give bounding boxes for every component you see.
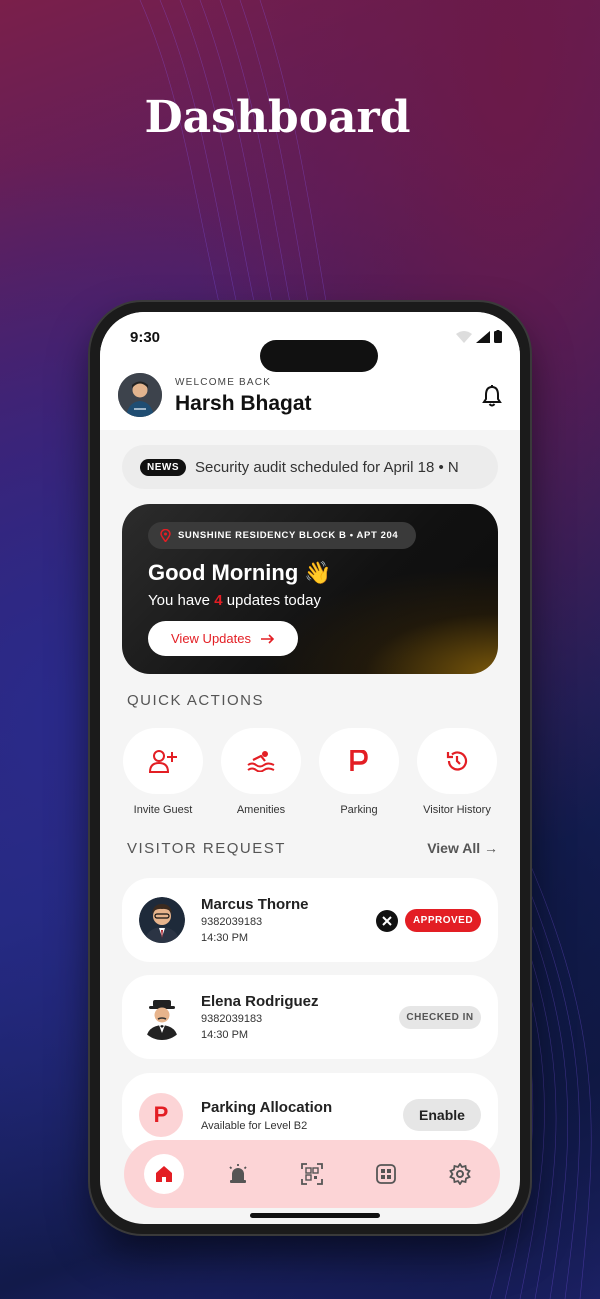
- location-text: SUNSHINE RESIDENCY BLOCK B • APT 204: [178, 530, 399, 541]
- add-user-icon: [148, 750, 177, 773]
- visitor-avatar-icon: [139, 994, 185, 1040]
- reject-button[interactable]: [376, 910, 398, 932]
- wifi-icon: [456, 330, 472, 343]
- welcome-label: WELCOME BACK: [175, 377, 272, 388]
- quick-action-invite-guest[interactable]: Invite Guest: [118, 728, 208, 816]
- nav-alarm[interactable]: [218, 1154, 258, 1194]
- parking-letter-badge: P: [139, 1093, 183, 1137]
- home-indicator: [250, 1213, 380, 1218]
- quick-action-visitor-history[interactable]: Visitor History: [412, 728, 502, 816]
- visitor-history-circle: [417, 728, 497, 794]
- view-updates-label: View Updates: [171, 631, 251, 646]
- invite-guest-circle: [123, 728, 203, 794]
- status-time: 9:30: [130, 329, 161, 346]
- battery-icon: [494, 330, 502, 343]
- visitor-avatar: [139, 994, 185, 1040]
- qr-code-icon: [301, 1163, 323, 1185]
- quick-action-label: Invite Guest: [133, 804, 193, 816]
- history-icon: [446, 751, 468, 771]
- page-heading: Dashboard: [144, 92, 411, 143]
- view-updates-button[interactable]: View Updates: [148, 621, 298, 656]
- pool-icon: [247, 751, 275, 772]
- quick-action-parking[interactable]: Parking: [314, 728, 404, 816]
- quick-action-label: Amenities: [236, 804, 286, 816]
- visitor-card[interactable]: Marcus Thorne 9382039183 14:30 PM APPROV…: [122, 878, 498, 962]
- visitor-avatar-icon: [139, 897, 185, 943]
- location-chip: SUNSHINE RESIDENCY BLOCK B • APT 204: [148, 522, 417, 549]
- parking-title: Parking Allocation: [201, 1099, 333, 1116]
- parking-circle: [319, 728, 399, 794]
- amenities-circle: [221, 728, 301, 794]
- close-icon: [382, 916, 392, 926]
- quick-action-label: Visitor History: [423, 804, 491, 816]
- status-icons: [456, 330, 502, 343]
- view-all-link[interactable]: View All →: [427, 840, 498, 856]
- enable-button[interactable]: Enable: [403, 1099, 481, 1131]
- visitor-name: Elena Rodriguez: [201, 993, 319, 1010]
- notification-bell-icon[interactable]: [482, 385, 502, 412]
- visitor-time: 14:30 PM: [201, 932, 249, 944]
- alarm-icon: [229, 1164, 247, 1183]
- bottom-nav: [124, 1140, 500, 1208]
- avatar[interactable]: [118, 373, 162, 417]
- grid-icon: [376, 1164, 396, 1184]
- updates-suffix: updates today: [226, 592, 321, 609]
- header: WELCOME BACK Harsh Bhagat: [100, 362, 520, 430]
- quick-actions-title: QUICK ACTIONS: [127, 692, 265, 709]
- greeting-text: Good Morning 👋: [148, 560, 332, 585]
- settings-icon: [449, 1163, 471, 1185]
- nav-grid[interactable]: [366, 1154, 406, 1194]
- home-icon: [156, 1166, 172, 1182]
- updates-prefix: You have: [148, 592, 211, 609]
- visitor-name: Marcus Thorne: [201, 896, 309, 913]
- visitor-time: 14:30 PM: [201, 1029, 249, 1041]
- parking-icon: [350, 750, 368, 771]
- visitor-phone: 9382039183: [201, 1013, 263, 1025]
- visitor-phone: 9382039183: [201, 916, 263, 928]
- updates-summary: You have 4 updates today: [148, 592, 321, 609]
- signal-icon: [476, 330, 490, 343]
- status-badge-checked-in: CHECKED IN: [399, 1006, 481, 1029]
- dynamic-island: [260, 340, 378, 372]
- visitor-request-title: VISITOR REQUEST: [127, 840, 286, 857]
- visitor-card[interactable]: Elena Rodriguez 9382039183 14:30 PM CHEC…: [122, 975, 498, 1059]
- status-badge-approved: APPROVED: [405, 909, 481, 932]
- updates-count: 4: [214, 592, 223, 609]
- visitor-avatar: [139, 897, 185, 943]
- nav-settings[interactable]: [440, 1154, 480, 1194]
- phone-frame: 9:30 WELCOME BACK Harsh Bhagat NEWS Secu…: [90, 302, 530, 1234]
- arrow-right-icon: [260, 633, 275, 644]
- parking-subtitle: Available for Level B2: [201, 1120, 308, 1132]
- quick-action-amenities[interactable]: Amenities: [216, 728, 306, 816]
- user-name: Harsh Bhagat: [175, 392, 312, 415]
- user-avatar-icon: [118, 373, 162, 417]
- quick-action-label: Parking: [340, 804, 378, 816]
- nav-qr-scan[interactable]: [292, 1154, 332, 1194]
- greeting-card: SUNSHINE RESIDENCY BLOCK B • APT 204 Goo…: [122, 504, 498, 674]
- nav-home[interactable]: [144, 1154, 184, 1194]
- location-pin-icon: [160, 529, 171, 542]
- news-ticker[interactable]: NEWS Security audit scheduled for April …: [122, 445, 498, 489]
- phone-screen: 9:30 WELCOME BACK Harsh Bhagat NEWS Secu…: [100, 312, 520, 1224]
- news-tag: NEWS: [140, 458, 186, 476]
- news-text: Security audit scheduled for April 18 • …: [195, 458, 459, 476]
